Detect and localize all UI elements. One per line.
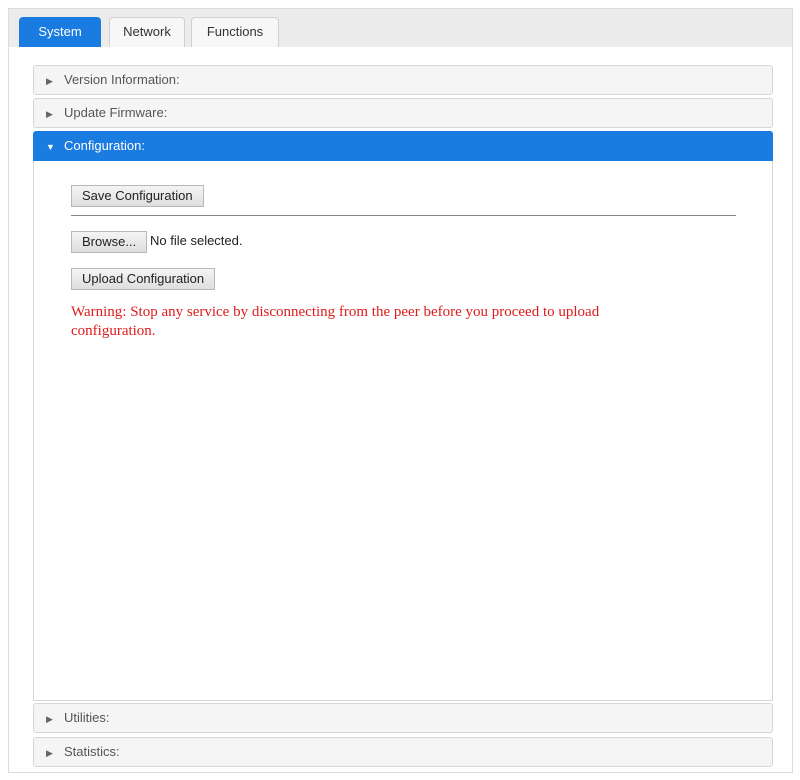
upload-configuration-button[interactable]: Upload Configuration xyxy=(71,268,216,290)
warning-message: Warning: Stop any service by disconnecti… xyxy=(71,304,600,339)
tab-functions[interactable]: Functions xyxy=(191,17,279,47)
section-label: Utilities: xyxy=(64,710,110,725)
triangle-right-icon: ▶ xyxy=(46,748,53,758)
triangle-down-icon: ▼ xyxy=(46,142,55,152)
main-window: System Network Functions ▶ Version Inform… xyxy=(8,8,793,773)
section-label: Configuration: xyxy=(64,138,145,153)
utilities-header[interactable]: ▶ Utilities: xyxy=(33,703,773,733)
divider xyxy=(71,215,736,216)
section-statistics: ▶ Statistics: xyxy=(33,737,773,767)
section-configuration: ▼ Configuration: xyxy=(33,131,773,161)
section-label: Version Information: xyxy=(64,72,180,87)
section-label: Statistics: xyxy=(64,744,120,759)
browse-button[interactable]: Browse... xyxy=(71,231,148,253)
triangle-right-icon: ▶ xyxy=(46,109,53,119)
tab-content: ▶ Version Information: ▶ Update Firmware: … xyxy=(9,47,792,772)
tab-bar: System Network Functions xyxy=(9,9,792,48)
section-version-information: ▶ Version Information: xyxy=(33,65,773,95)
triangle-right-icon: ▶ xyxy=(46,714,53,724)
section-utilities: ▶ Utilities: xyxy=(33,703,773,733)
tab-network[interactable]: Network xyxy=(109,17,185,47)
section-update-firmware: ▶ Update Firmware: xyxy=(33,98,773,128)
configuration-panel: Save Configuration Browse... No file sel… xyxy=(33,161,773,701)
statistics-header[interactable]: ▶ Statistics: xyxy=(33,737,773,767)
version-information-header[interactable]: ▶ Version Information: xyxy=(33,65,773,95)
update-firmware-header[interactable]: ▶ Update Firmware: xyxy=(33,98,773,128)
file-status: No file selected. xyxy=(150,233,243,248)
tab-system[interactable]: System xyxy=(19,17,101,47)
save-configuration-button[interactable]: Save Configuration xyxy=(71,185,204,207)
configuration-header[interactable]: ▼ Configuration: xyxy=(33,131,773,161)
section-label: Update Firmware: xyxy=(64,105,168,120)
triangle-right-icon: ▶ xyxy=(46,76,53,86)
